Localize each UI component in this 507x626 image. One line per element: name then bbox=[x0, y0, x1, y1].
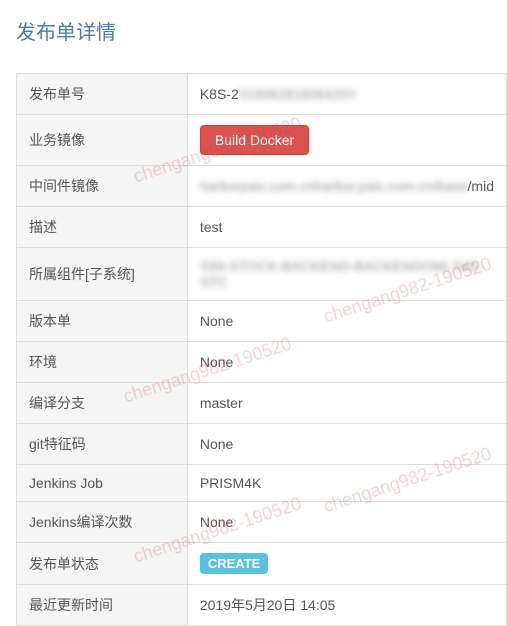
build-docker-button[interactable]: Build Docker bbox=[200, 125, 309, 155]
value-mid-image: harborpaic.com.cnharbor.paic.com.cn/base… bbox=[187, 166, 506, 207]
row-updated: 最近更新时间 2019年5月20日 14:05 bbox=[17, 585, 507, 626]
page-title: 发布单详情 bbox=[16, 16, 507, 45]
row-branch: 编译分支 master bbox=[17, 383, 507, 424]
value-git-tag: None bbox=[187, 424, 506, 465]
value-status: CREATE bbox=[187, 543, 506, 585]
label-updated: 最近更新时间 bbox=[17, 585, 188, 626]
row-jenkins-job: Jenkins Job PRISM4K bbox=[17, 465, 507, 502]
value-component: S99-STOCK-BACKEND-BACKENDOM| S45-STC bbox=[187, 248, 506, 301]
row-version: 版本单 None bbox=[17, 301, 507, 342]
label-branch: 编译分支 bbox=[17, 383, 188, 424]
value-release-id: K8S-201906281806420Y bbox=[187, 74, 506, 115]
row-git-tag: git特征码 None bbox=[17, 424, 507, 465]
value-desc: test bbox=[187, 207, 506, 248]
row-desc: 描述 test bbox=[17, 207, 507, 248]
label-env: 环境 bbox=[17, 342, 188, 383]
value-jenkins-job: PRISM4K bbox=[187, 465, 506, 502]
row-biz-image: 业务镜像 Build Docker bbox=[17, 115, 507, 166]
label-version: 版本单 bbox=[17, 301, 188, 342]
label-release-id: 发布单号 bbox=[17, 74, 188, 115]
label-git-tag: git特征码 bbox=[17, 424, 188, 465]
row-release-id: 发布单号 K8S-201906281806420Y bbox=[17, 74, 507, 115]
value-updated: 2019年5月20日 14:05 bbox=[187, 585, 506, 626]
value-jenkins-count: None bbox=[187, 502, 506, 543]
row-mid-image: 中间件镜像 harborpaic.com.cnharbor.paic.com.c… bbox=[17, 166, 507, 207]
row-env: 环境 None bbox=[17, 342, 507, 383]
label-mid-image: 中间件镜像 bbox=[17, 166, 188, 207]
value-biz-image: Build Docker bbox=[187, 115, 506, 166]
row-jenkins-count: Jenkins编译次数 None bbox=[17, 502, 507, 543]
status-badge: CREATE bbox=[200, 553, 268, 574]
label-jenkins-job: Jenkins Job bbox=[17, 465, 188, 502]
value-version: None bbox=[187, 301, 506, 342]
value-branch: master bbox=[187, 383, 506, 424]
label-status: 发布单状态 bbox=[17, 543, 188, 585]
label-component: 所属组件[子系统] bbox=[17, 248, 188, 301]
label-desc: 描述 bbox=[17, 207, 188, 248]
value-env: None bbox=[187, 342, 506, 383]
label-jenkins-count: Jenkins编译次数 bbox=[17, 502, 188, 543]
row-component: 所属组件[子系统] S99-STOCK-BACKEND-BACKENDOM| S… bbox=[17, 248, 507, 301]
label-biz-image: 业务镜像 bbox=[17, 115, 188, 166]
row-status: 发布单状态 CREATE bbox=[17, 543, 507, 585]
detail-table: 发布单号 K8S-201906281806420Y 业务镜像 Build Doc… bbox=[16, 73, 507, 626]
